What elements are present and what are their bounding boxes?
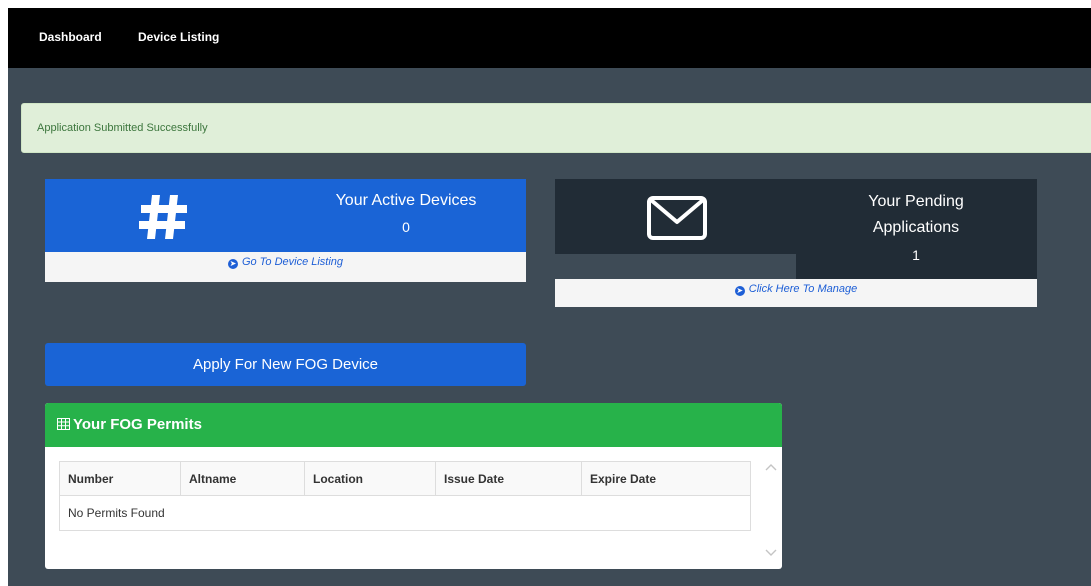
table-row: No Permits Found [59,495,751,531]
active-devices-header: Your Active Devices 0 [45,179,526,252]
column-header-expire-date[interactable]: Expire Date [581,461,751,496]
no-permits-message: No Permits Found [59,495,751,531]
arrow-circle-right-icon: ➤ [227,259,238,269]
arrow-circle-right-icon: ➤ [734,286,745,296]
column-header-number[interactable]: Number [59,461,181,496]
fog-permits-header: Your FOG Permits [45,403,782,447]
top-navbar: Dashboard Device Listing [8,8,1091,68]
scroll-up-icon[interactable] [765,463,777,471]
column-header-altname[interactable]: Altname [180,461,305,496]
pending-applications-title-line2: Applications [872,219,960,236]
hashtag-icon [139,195,187,239]
apply-new-fog-device-button[interactable]: Apply For New FOG Device [45,343,526,386]
nav-dashboard[interactable]: Dashboard [39,30,102,44]
go-to-device-listing-link[interactable]: ➤ Go To Device Listing [45,252,526,282]
active-devices-card: Your Active Devices 0 ➤ Go To Device List… [45,179,526,282]
pending-applications-card: Your Pending Applications 1 ➤ Click Here … [555,179,1037,307]
app-viewport: Dashboard Device Listing Application Sub… [8,8,1091,586]
column-header-location[interactable]: Location [304,461,436,496]
column-header-issue-date[interactable]: Issue Date [435,461,582,496]
permits-table: Number Altname Location Issue Date Expir… [59,461,751,531]
scroll-down-icon[interactable] [765,549,777,557]
table-icon [57,418,70,430]
fog-permits-panel: Your FOG Permits Number Altname Location… [45,403,782,569]
go-to-device-listing-label: Go To Device Listing [241,256,344,268]
fog-permits-title: Your FOG Permits [73,416,202,433]
active-devices-title: Your Active Devices [335,192,477,209]
click-here-to-manage-label: Click Here To Manage [748,283,858,295]
nav-device-listing[interactable]: Device Listing [138,30,219,44]
success-alert: Application Submitted Successfully [21,103,1091,153]
pending-applications-count: 1 [912,247,920,263]
active-devices-count: 0 [402,219,410,235]
alert-message: Application Submitted Successfully [37,122,208,134]
envelope-icon [647,196,707,240]
table-header-row: Number Altname Location Issue Date Expir… [59,461,751,496]
click-here-to-manage-link[interactable]: ➤ Click Here To Manage [555,279,1037,307]
pending-applications-title-line1: Your Pending [868,193,964,210]
